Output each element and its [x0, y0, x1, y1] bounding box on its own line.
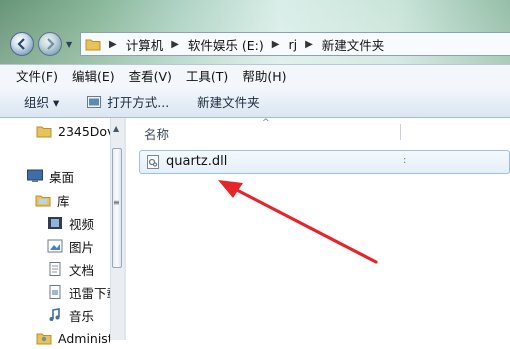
- video-icon: [48, 217, 62, 229]
- nav-item-2345dov[interactable]: 2345Dov: [36, 120, 114, 142]
- desktop-icon: [27, 169, 43, 182]
- dll-file-icon: [147, 155, 159, 169]
- column-header-name[interactable]: 名称: [144, 124, 169, 143]
- nav-item-label: 2345Dov: [58, 123, 115, 139]
- folder-icon: [85, 39, 101, 51]
- thunder-download-icon: [49, 285, 61, 299]
- breadcrumb-computer[interactable]: 计算机: [126, 35, 164, 54]
- scroll-up-icon[interactable]: ▲: [113, 124, 119, 133]
- nav-item-label: 桌面: [49, 169, 75, 185]
- music-icon: [49, 308, 60, 321]
- nav-item-thunder-download[interactable]: 迅雷下载: [47, 281, 110, 303]
- command-bar: 组织 ▾ 打开方式... 新建文件夹: [0, 86, 510, 118]
- menu-tools[interactable]: 工具(T): [186, 66, 228, 85]
- nav-item-desktop[interactable]: 桌面: [27, 165, 74, 187]
- user-folder-icon: [36, 333, 52, 345]
- scrollbar-grip-icon: ≡: [113, 198, 120, 207]
- menu-bar: 文件(F) 编辑(E) 查看(V) 工具(T) 帮助(H): [0, 64, 510, 86]
- nav-item-pictures[interactable]: 图片: [47, 235, 94, 257]
- breadcrumb-new-folder[interactable]: 新建文件夹: [322, 35, 385, 54]
- nav-item-video[interactable]: 视频: [47, 212, 94, 234]
- nav-item-label: 文档: [69, 262, 95, 278]
- menu-edit[interactable]: 编辑(E): [72, 66, 115, 85]
- forward-button[interactable]: [38, 32, 62, 56]
- nav-item-label: 音乐: [69, 308, 95, 324]
- nav-scrollbar-thumb[interactable]: [112, 148, 122, 268]
- nav-item-label: 图片: [69, 239, 95, 255]
- open-with-icon: [87, 95, 102, 108]
- recent-pages-chevron-icon[interactable]: ▼: [66, 40, 72, 49]
- forward-arrow-icon: [47, 38, 55, 50]
- menu-file[interactable]: 文件(F): [16, 66, 58, 85]
- breadcrumb-drive-e[interactable]: 软件娱乐 (E:): [188, 35, 264, 54]
- nav-item-label: Administ: [58, 330, 110, 346]
- nav-item-library[interactable]: 库: [35, 189, 70, 211]
- open-with-label: 打开方式...: [107, 95, 170, 110]
- sort-ascending-icon: ^: [262, 118, 270, 128]
- picture-icon: [47, 239, 63, 253]
- nav-item-music[interactable]: 音乐: [47, 304, 94, 326]
- breadcrumb-separator-icon[interactable]: ▶: [272, 39, 280, 50]
- folder-icon: [36, 126, 52, 138]
- nav-item-administrator[interactable]: Administ: [36, 327, 110, 349]
- nav-item-label: 库: [57, 193, 70, 209]
- column-divider[interactable]: [400, 124, 401, 140]
- back-button[interactable]: [10, 32, 34, 56]
- back-arrow-icon: [17, 38, 25, 50]
- address-bar[interactable]: ▶ 计算机 ▶ 软件娱乐 (E:) ▶ rj ▶ 新建文件夹: [80, 32, 510, 56]
- nav-item-label: 迅雷下载: [69, 285, 110, 301]
- menu-view[interactable]: 查看(V): [129, 66, 172, 85]
- file-date-truncated: :: [403, 155, 407, 166]
- menu-help[interactable]: 帮助(H): [242, 66, 286, 85]
- document-icon: [49, 262, 61, 276]
- nav-item-documents[interactable]: 文档: [47, 258, 94, 280]
- new-folder-button[interactable]: 新建文件夹: [197, 92, 260, 111]
- file-name[interactable]: quartz.dll: [166, 154, 227, 169]
- organize-button[interactable]: 组织 ▾: [24, 92, 59, 111]
- breadcrumb-separator-icon[interactable]: ▶: [171, 39, 179, 50]
- open-with-button[interactable]: 打开方式...: [87, 92, 169, 111]
- library-icon: [35, 195, 51, 207]
- breadcrumb-rj[interactable]: rj: [288, 37, 297, 52]
- nav-item-label: 视频: [69, 216, 95, 232]
- navigation-pane: 2345Dov 桌面 库 视频 图片 文档 迅雷下 音乐 Administ: [0, 118, 114, 346]
- breadcrumb-separator-icon[interactable]: ▶: [109, 39, 117, 50]
- breadcrumb-separator-icon[interactable]: ▶: [305, 39, 313, 50]
